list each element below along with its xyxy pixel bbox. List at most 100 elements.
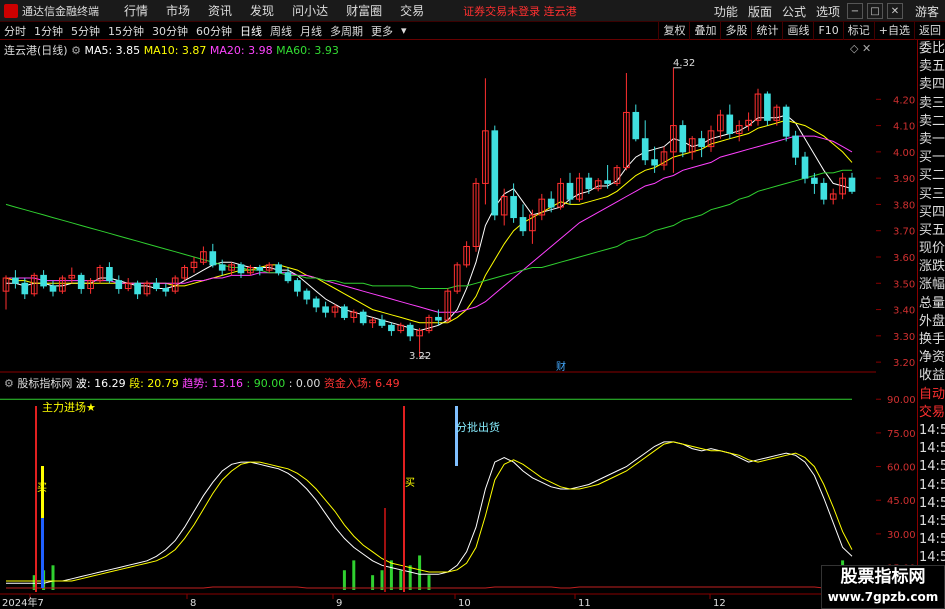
side-item-18[interactable]: 收益 — [918, 367, 945, 385]
candle-body — [491, 130, 499, 216]
btn-mark[interactable]: 标记 — [842, 22, 874, 40]
candle-body — [284, 272, 292, 282]
candle-body — [237, 264, 245, 274]
btn-overlay[interactable]: 叠加 — [689, 22, 720, 40]
stock-name[interactable]: 连云港(日线) — [4, 44, 68, 57]
period-monthly[interactable]: 月线 — [296, 23, 326, 39]
date-label-5: 12 — [713, 598, 726, 609]
ind-name[interactable]: 股标指标网 — [17, 377, 72, 390]
menu-item-quotes[interactable]: 行情 — [115, 2, 157, 19]
legend-gear-icon[interactable]: ⚙ — [71, 44, 81, 57]
side-item-8[interactable]: 买三 — [918, 186, 945, 204]
btn-add-watchlist[interactable]: +自选 — [873, 22, 914, 40]
more-chevron-icon[interactable]: ▾ — [397, 24, 411, 37]
period-15min[interactable]: 15分钟 — [104, 23, 148, 39]
candle-body — [726, 114, 734, 134]
btn-restore-rights[interactable]: 复权 — [658, 22, 689, 40]
chart-canvas[interactable]: 4.20 4.10 4.00 3.90 3.80 3.70 3.60 3.50 3.40 3.30… — [0, 40, 917, 609]
side-item-16[interactable]: 换手 — [918, 331, 945, 349]
minimize-icon[interactable]: − — [846, 3, 863, 19]
ind-zijin-val: 6.49 — [375, 377, 400, 390]
ind-series-1 — [6, 441, 853, 582]
btn-f10[interactable]: F10 — [813, 22, 842, 40]
menu-options[interactable]: 选项 — [811, 3, 845, 20]
side-item-14[interactable]: 总量 — [918, 295, 945, 313]
period-weekly[interactable]: 周线 — [266, 23, 296, 39]
menu-item-trade[interactable]: 交易 — [391, 2, 433, 19]
period-1min[interactable]: 1分钟 — [30, 23, 67, 39]
trade-login-notice[interactable]: 证券交易未登录 连云港 — [463, 3, 577, 19]
ind-label-2: 60.00 — [887, 463, 916, 474]
side-item-22[interactable]: 14:56 — [918, 440, 945, 458]
menu-item-news[interactable]: 资讯 — [199, 2, 241, 19]
candle-body — [585, 177, 593, 190]
legend-ma20: MA20: 3.98 — [209, 44, 273, 57]
candle-body — [811, 177, 818, 184]
price-label-9: 3.30 — [893, 332, 915, 343]
period-intraday[interactable]: 分时 — [0, 23, 30, 39]
side-item-24[interactable]: 14:56 — [918, 477, 945, 495]
close-icon[interactable]: ✕ — [886, 3, 903, 19]
money-bar — [342, 570, 346, 590]
candle-body — [275, 264, 282, 274]
candle-body — [435, 316, 442, 321]
side-item-12[interactable]: 涨跌 — [918, 258, 945, 276]
menu-item-market[interactable]: 市场 — [157, 2, 199, 19]
period-30min[interactable]: 30分钟 — [148, 23, 192, 39]
buy-column-blue — [41, 518, 44, 588]
period-more[interactable]: 更多 — [367, 23, 397, 39]
btn-statistics[interactable]: 统计 — [751, 22, 782, 40]
menu-item-ask[interactable]: 问小达 — [283, 2, 337, 19]
side-item-15[interactable]: 外盘 — [918, 313, 945, 331]
side-item-3[interactable]: 卖三 — [918, 95, 945, 113]
side-item-5[interactable]: 卖一 — [918, 131, 945, 149]
side-item-19[interactable]: 自动 — [918, 386, 945, 404]
side-item-23[interactable]: 14:56 — [918, 458, 945, 476]
side-item-1[interactable]: 卖五 — [918, 58, 945, 76]
money-bar — [352, 560, 356, 590]
btn-multi-stock[interactable]: 多股 — [720, 22, 751, 40]
ind-v0: : 0.00 — [288, 377, 321, 390]
low-price-label: 3.22 — [409, 351, 432, 362]
money-bar — [399, 570, 403, 590]
candle-body — [359, 311, 367, 324]
side-item-10[interactable]: 买五 — [918, 222, 945, 240]
side-item-9[interactable]: 买四 — [918, 204, 945, 222]
ind-label-0: 90.00 — [887, 395, 916, 406]
ind-gear-icon[interactable]: ⚙ — [4, 377, 14, 390]
maximize-icon[interactable]: □ — [866, 3, 883, 19]
side-item-11[interactable]: 现价 — [918, 240, 945, 258]
period-5min[interactable]: 5分钟 — [67, 23, 104, 39]
btn-draw-line[interactable]: 画线 — [782, 22, 813, 40]
menu-formula[interactable]: 公式 — [777, 3, 811, 20]
side-item-27[interactable]: 14:56 — [918, 531, 945, 549]
side-item-0[interactable]: 委比 — [918, 40, 945, 58]
menu-function[interactable]: 功能 — [709, 3, 743, 20]
side-item-13[interactable]: 涨幅 — [918, 276, 945, 294]
side-item-25[interactable]: 14:56 — [918, 495, 945, 513]
side-item-7[interactable]: 买二 — [918, 167, 945, 185]
period-daily[interactable]: 日线 — [236, 23, 266, 39]
finance-marker[interactable]: 财 — [556, 358, 566, 373]
period-60min[interactable]: 60分钟 — [192, 23, 236, 39]
side-item-26[interactable]: 14:56 — [918, 513, 945, 531]
period-multi[interactable]: 多周期 — [326, 23, 367, 39]
side-item-21[interactable]: 14:56 — [918, 422, 945, 440]
ma-legend: 连云港(日线) ⚙ MA5: 3.85 MA10: 3.87 MA20: 3.9… — [4, 42, 339, 58]
candle-body — [801, 156, 809, 179]
price-axis: 4.20 4.10 4.00 3.90 3.80 3.70 3.60 3.50 3.40 3.30… — [876, 95, 915, 369]
menu-item-discover[interactable]: 发现 — [241, 2, 283, 19]
menu-layout[interactable]: 版面 — [743, 3, 777, 20]
side-item-4[interactable]: 卖二 — [918, 113, 945, 131]
toolbar-right: 复权 叠加 多股 统计 画线 F10 标记 +自选 返回 — [658, 22, 945, 40]
btn-back[interactable]: 返回 — [914, 22, 945, 40]
chart-expand-icon[interactable]: ◇ ✕ — [850, 42, 871, 55]
guest-label[interactable]: 游客 — [915, 3, 939, 20]
side-item-2[interactable]: 卖四 — [918, 76, 945, 94]
ind-qushi-val: 13.16 — [211, 377, 244, 390]
side-item-20[interactable]: 交易 — [918, 404, 945, 422]
menu-item-wealth[interactable]: 财富圈 — [337, 2, 391, 19]
side-item-6[interactable]: 买一 — [918, 149, 945, 167]
side-item-17[interactable]: 净资 — [918, 349, 945, 367]
ind-bo: 波: 16.29 — [75, 377, 126, 390]
